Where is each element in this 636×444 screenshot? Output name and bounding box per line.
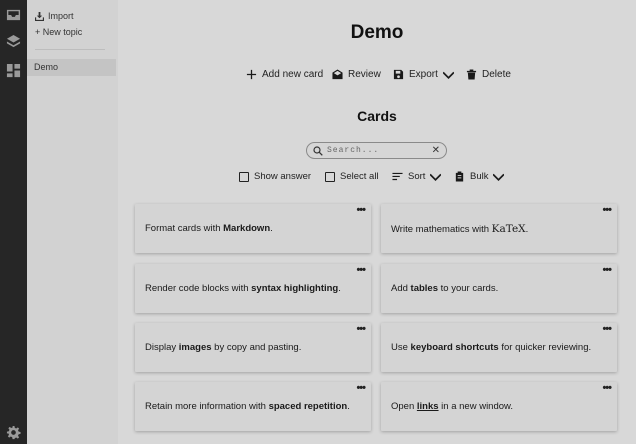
chevron-down-icon xyxy=(493,173,505,182)
card[interactable]: ••• Display images by copy and pasting. xyxy=(135,323,371,372)
bulk-label: Bulk xyxy=(470,171,489,182)
card-menu-icon[interactable]: ••• xyxy=(602,324,612,335)
settings-icon[interactable] xyxy=(5,424,22,441)
layers-icon[interactable] xyxy=(5,33,22,50)
card[interactable]: ••• Add tables to your cards. xyxy=(381,264,617,313)
card-menu-icon[interactable]: ••• xyxy=(356,383,366,394)
card-menu-icon[interactable]: ••• xyxy=(356,324,366,335)
card-menu-icon[interactable]: ••• xyxy=(602,265,612,276)
sidebar-item-demo[interactable]: Demo xyxy=(27,59,116,76)
select-all-checkbox[interactable]: Select all xyxy=(325,171,379,182)
download-icon xyxy=(35,11,44,21)
clear-search-icon[interactable]: ✕ xyxy=(432,144,440,157)
inbox-icon[interactable] xyxy=(5,6,22,23)
card-menu-icon[interactable]: ••• xyxy=(602,383,612,394)
topic-toolbar: Add new card Review Export Delete xyxy=(118,69,636,85)
add-card-label: Add new card xyxy=(262,69,324,80)
select-all-label: Select all xyxy=(340,171,379,182)
add-card-button[interactable]: Add new card xyxy=(246,69,323,80)
sidebar-divider xyxy=(35,49,105,50)
import-button[interactable]: Import xyxy=(35,11,74,21)
show-answer-box[interactable] xyxy=(239,171,249,182)
card[interactable]: ••• Format cards with Markdown. xyxy=(135,204,371,253)
trash-icon xyxy=(466,69,477,80)
show-answer-label: Show answer xyxy=(254,171,312,182)
card-text: Add tables to your cards. xyxy=(391,283,499,294)
card[interactable]: ••• Write mathematics with KaTeX. xyxy=(381,204,617,253)
chevron-down-icon xyxy=(442,71,454,80)
review-button[interactable]: Review xyxy=(332,69,381,80)
card[interactable]: ••• Render code blocks with syntax highl… xyxy=(135,264,371,313)
search-box: ✕ xyxy=(306,142,447,159)
card[interactable]: ••• Use keyboard shortcuts for quicker r… xyxy=(381,323,617,372)
card-text: Display images by copy and pasting. xyxy=(145,342,302,353)
dashboard-icon[interactable] xyxy=(5,62,22,79)
card-text: Write mathematics with KaTeX. xyxy=(391,223,529,235)
cards-section-title: Cards xyxy=(357,108,397,124)
page-title: Demo xyxy=(350,22,404,43)
show-answer-checkbox[interactable]: Show answer xyxy=(239,171,311,182)
envelope-open-icon xyxy=(332,69,343,80)
export-label: Export xyxy=(409,69,438,80)
katex-logo: KaTeX xyxy=(491,223,526,235)
clipboard-icon xyxy=(455,171,464,182)
bulk-button[interactable]: Bulk xyxy=(454,171,505,182)
delete-label: Delete xyxy=(482,69,511,80)
sort-button[interactable]: Sort xyxy=(392,171,442,182)
icon-rail xyxy=(0,0,27,444)
card-text: Format cards with Markdown. xyxy=(145,223,273,234)
card-filters: Show answer Select all Sort Bulk xyxy=(118,171,636,185)
card-text: Open links in a new window. xyxy=(391,401,514,412)
search-input[interactable] xyxy=(327,144,427,157)
new-topic-label: + New topic xyxy=(35,27,83,37)
export-button[interactable]: Export xyxy=(393,69,454,80)
card-text: Retain more information with spaced repe… xyxy=(145,401,350,412)
card-link[interactable]: links xyxy=(417,401,439,412)
card-menu-icon[interactable]: ••• xyxy=(602,205,612,216)
plus-icon xyxy=(246,69,257,80)
card-menu-icon[interactable]: ••• xyxy=(356,205,366,216)
delete-button[interactable]: Delete xyxy=(466,69,511,80)
card[interactable]: ••• Open links in a new window. xyxy=(381,382,617,431)
sort-lines-icon xyxy=(392,172,403,181)
sort-label: Sort xyxy=(408,171,426,182)
main-content: Demo Add new card Review Export Delete C… xyxy=(118,0,636,444)
review-label: Review xyxy=(348,69,381,80)
sidebar: Import + New topic Demo xyxy=(27,0,118,444)
import-label: Import xyxy=(48,11,74,21)
select-all-box[interactable] xyxy=(325,171,335,182)
save-icon xyxy=(393,69,404,80)
new-topic-button[interactable]: + New topic xyxy=(35,27,82,37)
card-text: Render code blocks with syntax highlight… xyxy=(145,283,341,294)
card-menu-icon[interactable]: ••• xyxy=(356,265,366,276)
card-text: Use keyboard shortcuts for quicker revie… xyxy=(391,342,592,353)
search-icon xyxy=(313,146,323,156)
card[interactable]: ••• Retain more information with spaced … xyxy=(135,382,371,431)
chevron-down-icon xyxy=(430,173,442,182)
